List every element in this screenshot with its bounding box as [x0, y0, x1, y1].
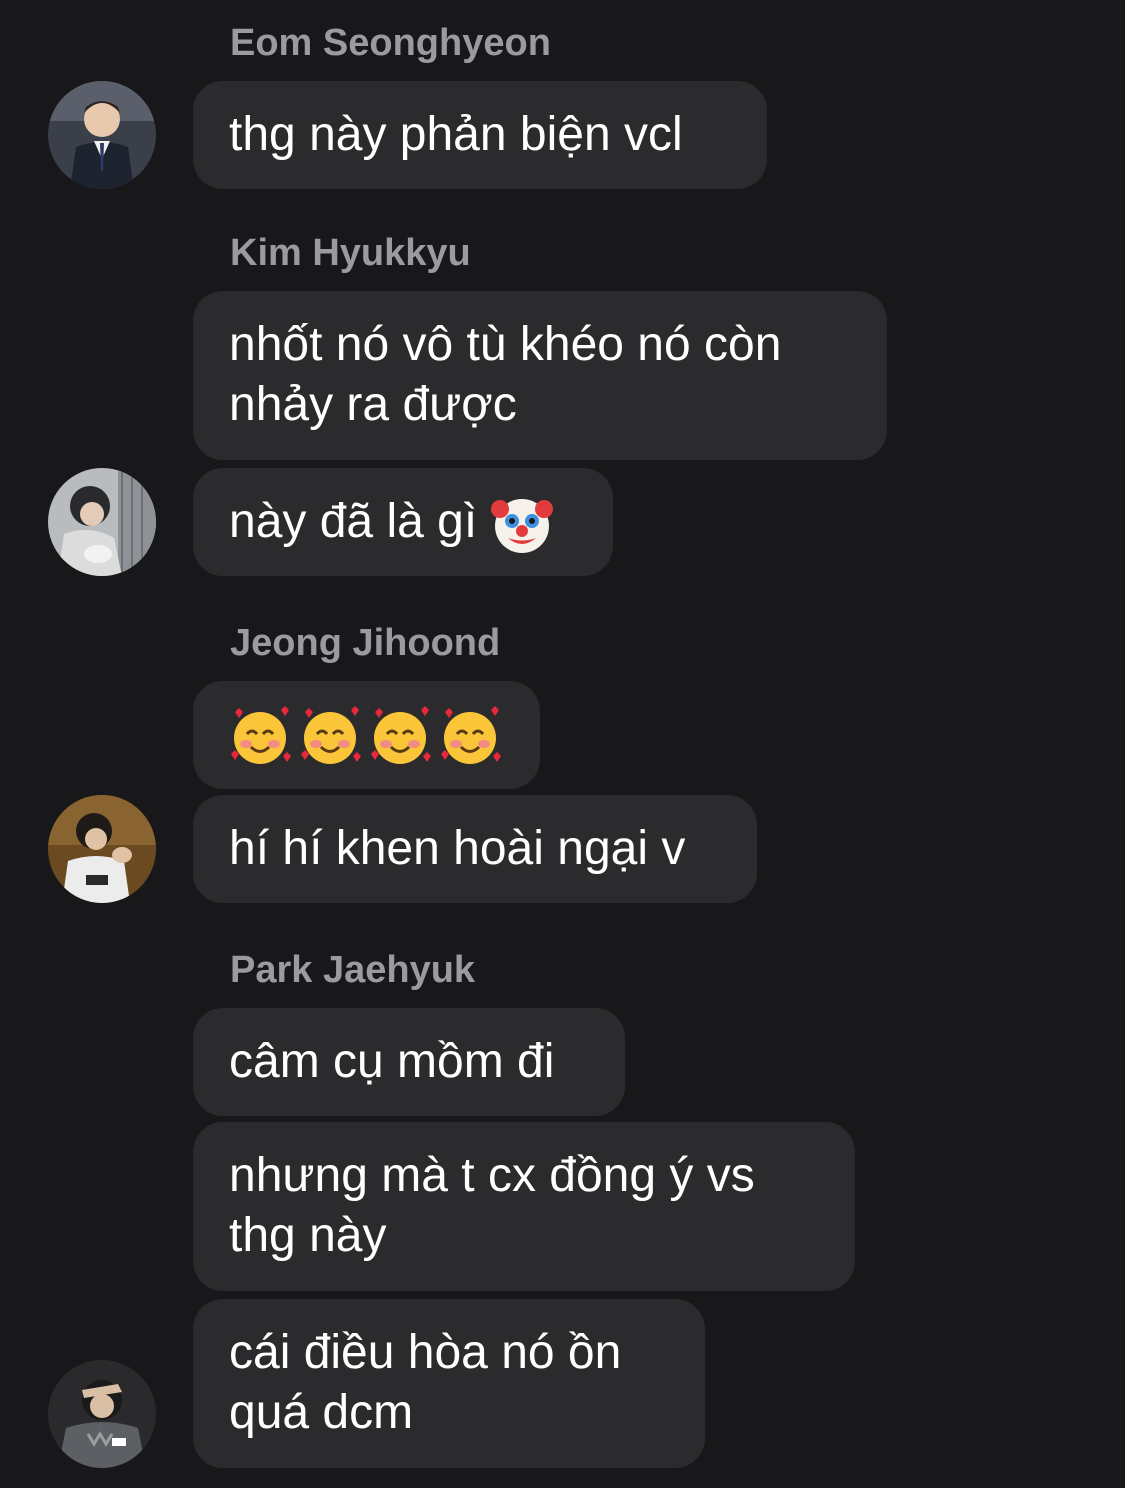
avatar-image	[48, 81, 156, 189]
avatar[interactable]	[48, 468, 156, 576]
smiling-face-with-hearts-icon	[439, 706, 503, 768]
avatar[interactable]	[48, 1360, 156, 1468]
message-text-line: nhảy ra được	[229, 378, 517, 431]
avatar[interactable]	[48, 795, 156, 903]
message-text-line: thg này	[229, 1209, 387, 1262]
message-bubble[interactable]	[193, 681, 540, 789]
message-text-line: cái điều hòa nó ồn	[229, 1326, 622, 1379]
message-text: hí hí khen hoài ngại v	[229, 822, 686, 875]
message-bubble[interactable]: thg này phản biện vcl	[193, 81, 767, 189]
message-text-line: này đã là gì	[229, 492, 577, 555]
message-bubble[interactable]: nhốt nó vô tù khéo nó còn nhảy ra được	[193, 291, 887, 460]
message-text: thg này phản biện vcl	[229, 108, 683, 161]
message-bubble[interactable]: này đã là gì	[193, 468, 613, 576]
message-text-line: nhưng mà t cx đồng ý vs	[229, 1149, 755, 1202]
message-bubble[interactable]: cái điều hòa nó ồn quá dcm	[193, 1299, 705, 1468]
message-bubble[interactable]: hí hí khen hoài ngại v	[193, 795, 757, 903]
smiling-face-with-hearts-icon	[229, 706, 293, 768]
message-text: này đã là gì	[229, 495, 478, 548]
message-bubble[interactable]: câm cụ mồm đi	[193, 1008, 625, 1116]
smiling-face-with-hearts-icon	[299, 706, 363, 768]
message-bubble[interactable]: nhưng mà t cx đồng ý vs thg này	[193, 1122, 855, 1291]
sender-name: Jeong Jihoond	[230, 622, 501, 664]
sender-name: Eom Seonghyeon	[230, 22, 551, 64]
avatar-image	[48, 1360, 156, 1468]
emoji-row	[229, 705, 504, 765]
sender-name: Park Jaehyuk	[230, 949, 476, 991]
message-text-line: quá dcm	[229, 1386, 414, 1439]
avatar[interactable]	[48, 81, 156, 189]
avatar-image	[48, 468, 156, 576]
clown-face-icon	[490, 493, 553, 555]
smiling-face-with-hearts-icon	[369, 706, 433, 768]
message-text-line: nhốt nó vô tù khéo nó còn	[229, 318, 782, 371]
sender-name: Kim Hyukkyu	[230, 232, 471, 274]
avatar-image	[48, 795, 156, 903]
message-text: câm cụ mồm đi	[229, 1035, 555, 1088]
